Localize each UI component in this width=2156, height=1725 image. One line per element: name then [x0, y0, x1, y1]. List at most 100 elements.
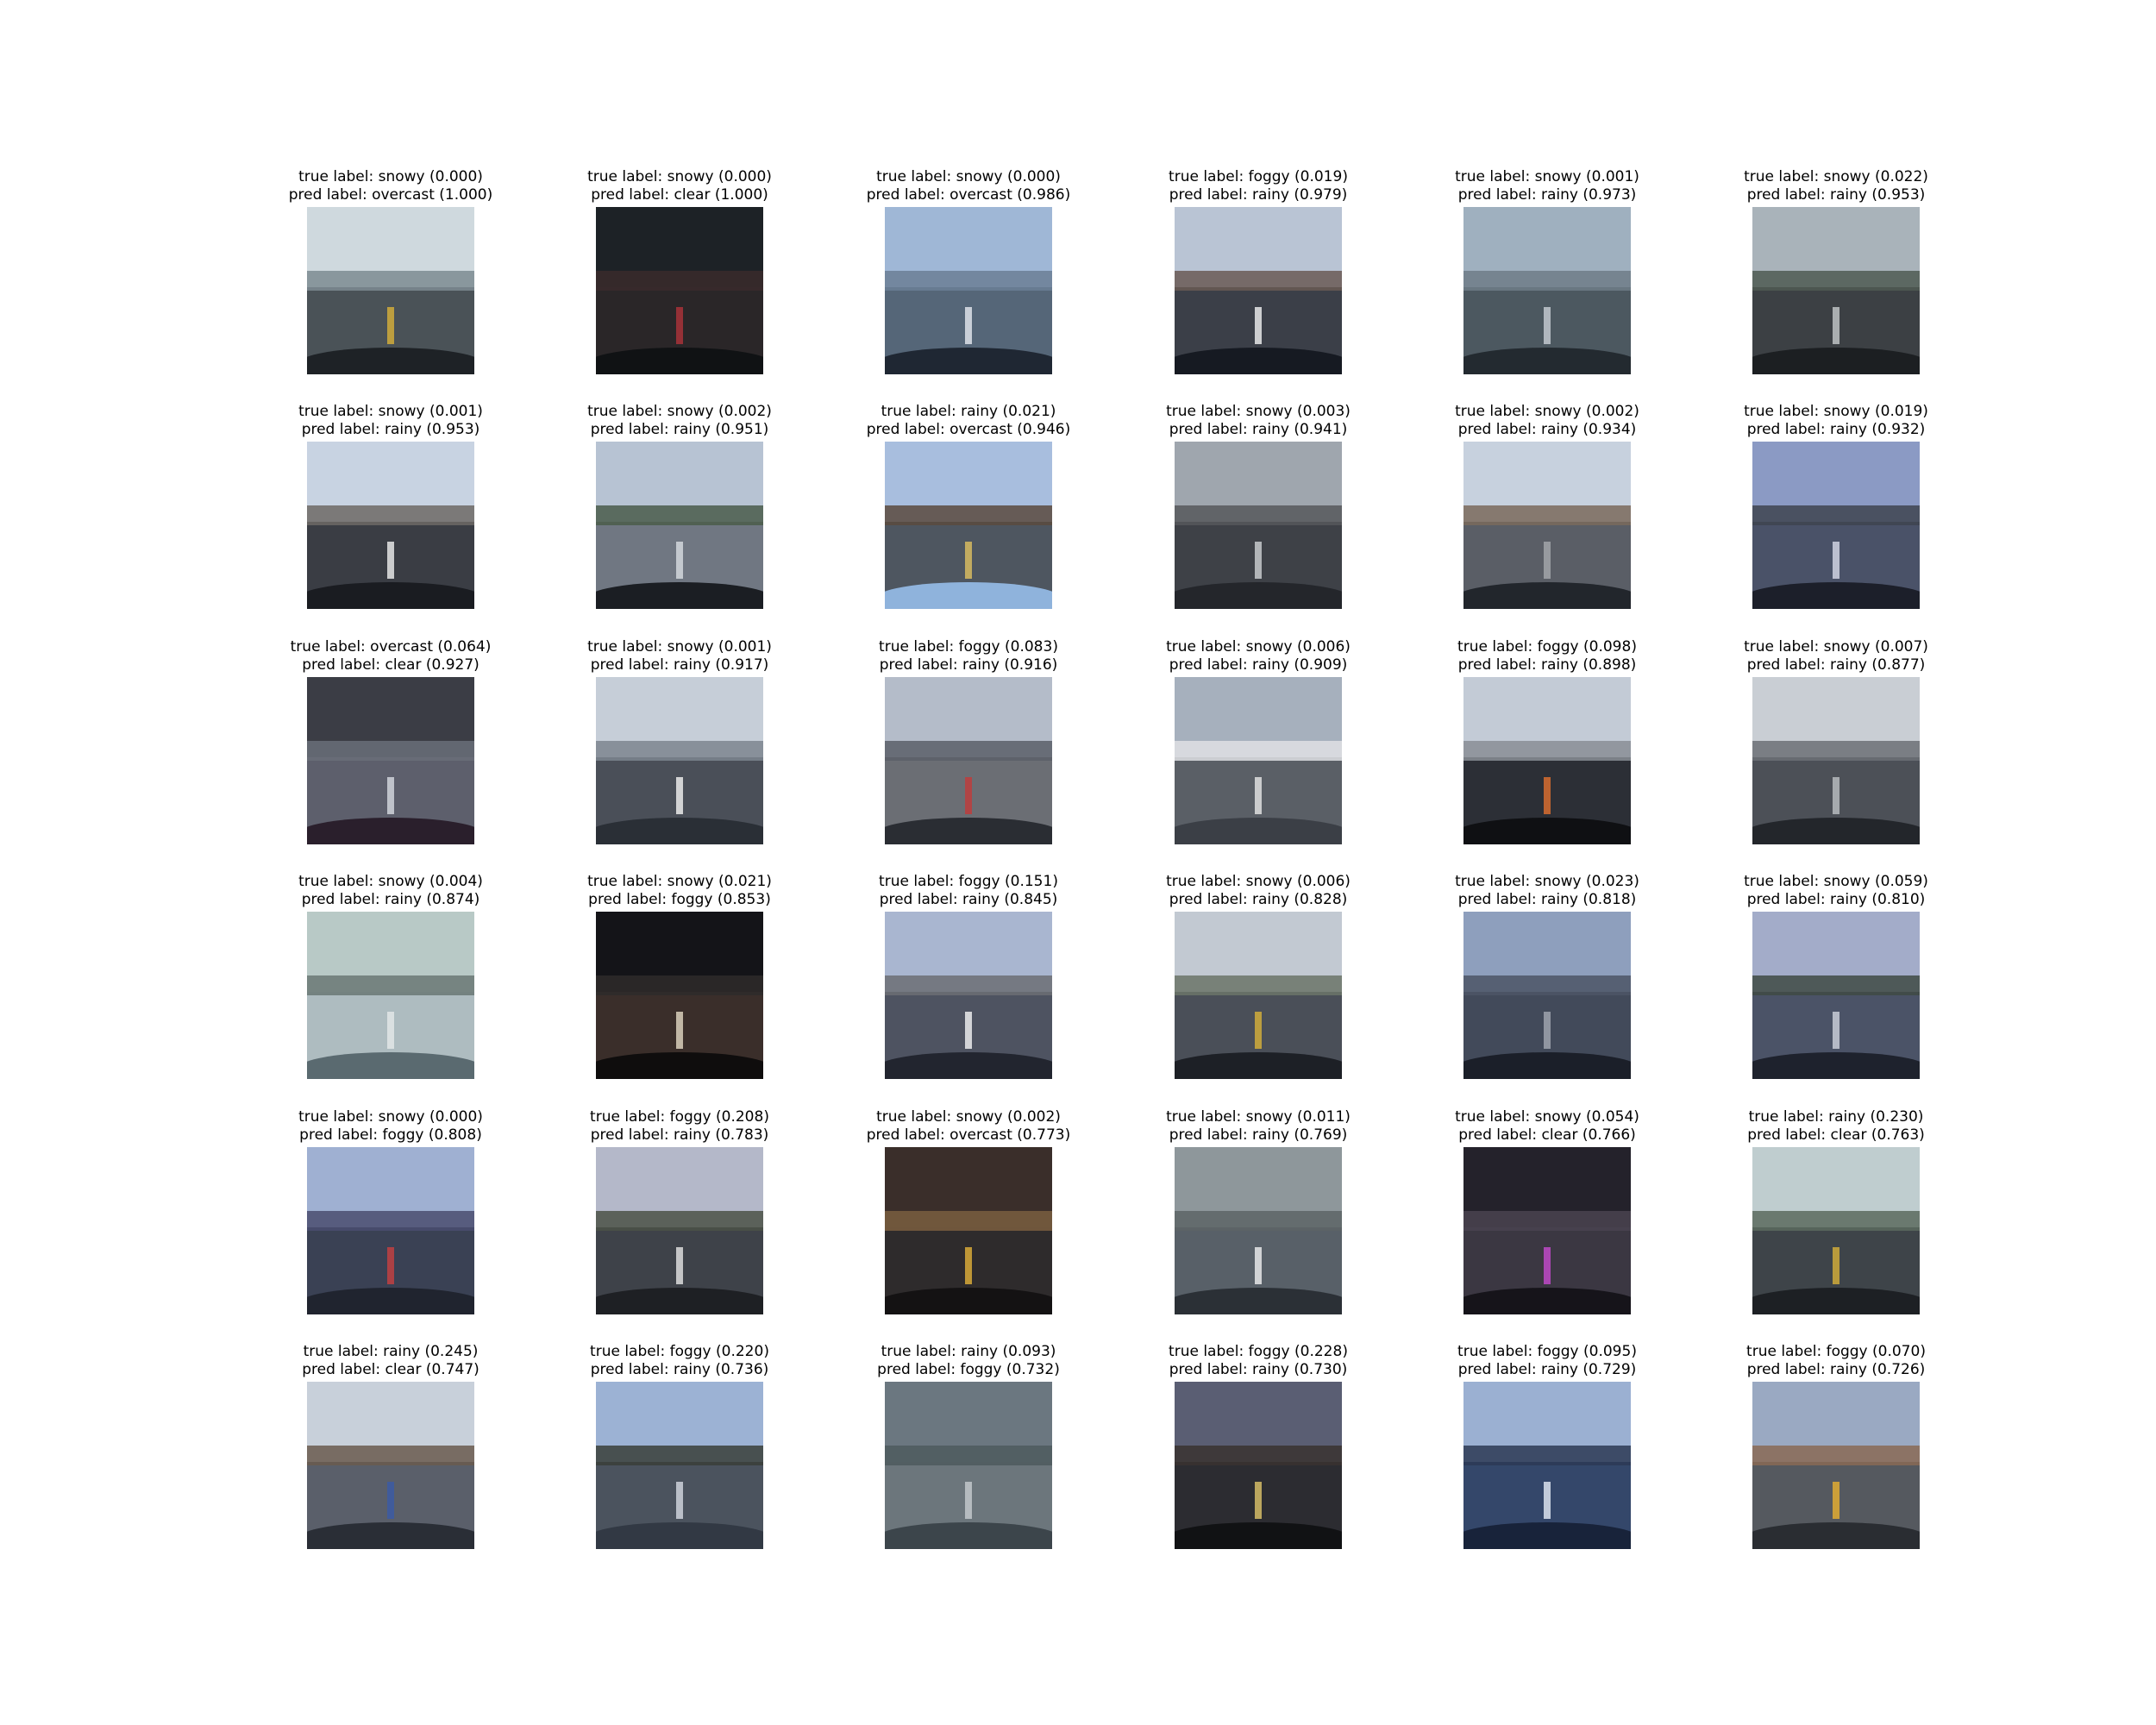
road-scene-thumbnail — [307, 207, 474, 374]
prediction-panel: true label: foggy (0.151) pred label: rai… — [818, 873, 1119, 1101]
prediction-panel: true label: foggy (0.220) pred label: rai… — [529, 1343, 830, 1571]
prediction-panel: true label: rainy (0.230) pred label: cle… — [1685, 1108, 1987, 1337]
pred-label-text: pred label: rainy (0.909) — [1169, 656, 1348, 674]
panel-caption: true label: snowy (0.003) pred label: rai… — [1107, 403, 1409, 439]
true-label-text: true label: rainy (0.093) — [881, 1343, 1056, 1360]
pred-label-text: pred label: rainy (0.726) — [1746, 1361, 1926, 1378]
true-label-text: true label: snowy (0.001) — [587, 638, 772, 656]
thumbnail-dash-region — [307, 347, 474, 374]
true-label-text: true label: snowy (0.054) — [1455, 1108, 1639, 1126]
pred-label-text: pred label: clear (0.763) — [1747, 1126, 1925, 1144]
true-label-text: true label: foggy (0.095) — [1457, 1343, 1637, 1360]
true-label-text: true label: snowy (0.001) — [298, 403, 483, 420]
panel-caption: true label: foggy (0.019) pred label: rai… — [1107, 168, 1409, 204]
panel-caption: true label: snowy (0.000) pred label: fog… — [240, 1108, 542, 1145]
pred-label-text: pred label: rainy (0.736) — [590, 1361, 769, 1378]
prediction-panel: true label: foggy (0.098) pred label: rai… — [1396, 638, 1698, 867]
thumbnail-dash-region — [885, 581, 1052, 609]
prediction-panel: true label: snowy (0.001) pred label: rai… — [1396, 168, 1698, 397]
road-scene-thumbnail — [1463, 1147, 1631, 1314]
thumbnail-dash-region — [885, 347, 1052, 374]
thumbnail-lane-region — [1544, 1012, 1551, 1050]
true-label-text: true label: snowy (0.022) — [1744, 168, 1928, 185]
thumbnail-dash-region — [885, 817, 1052, 844]
pred-label-text: pred label: foggy (0.732) — [877, 1361, 1060, 1378]
thumbnail-lane-region — [1255, 1482, 1262, 1520]
true-label-text: true label: snowy (0.007) — [1744, 638, 1928, 656]
panel-caption: true label: snowy (0.006) pred label: rai… — [1107, 638, 1409, 674]
true-label-text: true label: snowy (0.001) — [1455, 168, 1639, 185]
thumbnail-lane-region — [1544, 777, 1551, 815]
thumbnail-dash-region — [885, 1051, 1052, 1079]
true-label-text: true label: foggy (0.220) — [590, 1343, 769, 1360]
panel-caption: true label: snowy (0.022) pred label: rai… — [1685, 168, 1987, 204]
pred-label-text: pred label: rainy (0.973) — [1457, 186, 1637, 204]
prediction-panel: true label: rainy (0.245) pred label: cle… — [240, 1343, 542, 1571]
panel-caption: true label: snowy (0.054) pred label: cle… — [1396, 1108, 1698, 1145]
prediction-grid-figure: true label: snowy (0.000) pred label: ove… — [0, 0, 2156, 1725]
panel-caption: true label: snowy (0.004) pred label: rai… — [240, 873, 542, 909]
thumbnail-dash-region — [596, 347, 763, 374]
thumbnail-lane-region — [965, 1482, 972, 1520]
prediction-panel: true label: snowy (0.004) pred label: rai… — [240, 873, 542, 1101]
road-scene-thumbnail — [1175, 677, 1342, 844]
thumbnail-lane-region — [1255, 1247, 1262, 1285]
thumbnail-dash-region — [307, 1521, 474, 1549]
thumbnail-lane-region — [965, 542, 972, 580]
prediction-panel: true label: foggy (0.083) pred label: rai… — [818, 638, 1119, 867]
pred-label-text: pred label: rainy (0.874) — [301, 891, 480, 908]
thumbnail-lane-region — [1255, 777, 1262, 815]
road-scene-thumbnail — [596, 912, 763, 1079]
thumbnail-lane-region — [387, 1247, 394, 1285]
pred-label-text: pred label: rainy (0.828) — [1169, 891, 1348, 908]
prediction-panel: true label: snowy (0.021) pred label: fog… — [529, 873, 830, 1101]
true-label-text: true label: foggy (0.208) — [590, 1108, 769, 1126]
thumbnail-dash-region — [1175, 581, 1342, 609]
road-scene-thumbnail — [1463, 912, 1631, 1079]
thumbnail-lane-region — [676, 1247, 683, 1285]
true-label-text: true label: foggy (0.083) — [879, 638, 1058, 656]
pred-label-text: pred label: foggy (0.808) — [299, 1126, 482, 1144]
road-scene-thumbnail — [596, 442, 763, 609]
panel-caption: true label: snowy (0.002) pred label: rai… — [1396, 403, 1698, 439]
panel-caption: true label: foggy (0.220) pred label: rai… — [529, 1343, 830, 1379]
pred-label-text: pred label: clear (0.927) — [302, 656, 479, 674]
prediction-panel: true label: snowy (0.000) pred label: ove… — [240, 168, 542, 397]
road-scene-thumbnail — [1752, 1147, 1920, 1314]
true-label-text: true label: snowy (0.023) — [1455, 873, 1639, 890]
prediction-panel: true label: foggy (0.095) pred label: rai… — [1396, 1343, 1698, 1571]
road-scene-thumbnail — [1752, 1382, 1920, 1549]
prediction-panel: true label: snowy (0.022) pred label: rai… — [1685, 168, 1987, 397]
prediction-panel: true label: snowy (0.002) pred label: ove… — [818, 1108, 1119, 1337]
true-label-text: true label: foggy (0.098) — [1457, 638, 1637, 656]
prediction-panel: true label: snowy (0.000) pred label: ove… — [818, 168, 1119, 397]
prediction-panel: true label: snowy (0.054) pred label: cle… — [1396, 1108, 1698, 1337]
prediction-panel: true label: overcast (0.064) pred label: … — [240, 638, 542, 867]
prediction-panel: true label: snowy (0.002) pred label: rai… — [1396, 403, 1698, 631]
prediction-panel: true label: snowy (0.001) pred label: rai… — [240, 403, 542, 631]
true-label-text: true label: snowy (0.000) — [298, 168, 483, 185]
thumbnail-lane-region — [387, 777, 394, 815]
panel-caption: true label: snowy (0.001) pred label: rai… — [529, 638, 830, 674]
thumbnail-lane-region — [965, 307, 972, 345]
panel-caption: true label: rainy (0.245) pred label: cle… — [240, 1343, 542, 1379]
road-scene-thumbnail — [1175, 1147, 1342, 1314]
true-label-text: true label: snowy (0.006) — [1166, 873, 1351, 890]
road-scene-thumbnail — [885, 677, 1052, 844]
prediction-panel: true label: snowy (0.006) pred label: rai… — [1107, 638, 1409, 867]
pred-label-text: pred label: overcast (0.986) — [866, 186, 1071, 204]
true-label-text: true label: rainy (0.245) — [303, 1343, 479, 1360]
prediction-panel: true label: snowy (0.007) pred label: rai… — [1685, 638, 1987, 867]
road-scene-thumbnail — [1463, 207, 1631, 374]
thumbnail-dash-region — [885, 1287, 1052, 1314]
thumbnail-lane-region — [965, 1247, 972, 1285]
road-scene-thumbnail — [1175, 207, 1342, 374]
thumbnail-lane-region — [1255, 1012, 1262, 1050]
true-label-text: true label: rainy (0.021) — [881, 403, 1056, 420]
thumbnail-dash-region — [1463, 347, 1631, 374]
true-label-text: true label: foggy (0.151) — [879, 873, 1058, 890]
panel-caption: true label: snowy (0.001) pred label: rai… — [1396, 168, 1698, 204]
road-scene-thumbnail — [307, 1147, 474, 1314]
prediction-panel: true label: rainy (0.021) pred label: ove… — [818, 403, 1119, 631]
thumbnail-lane-region — [1833, 1012, 1839, 1050]
